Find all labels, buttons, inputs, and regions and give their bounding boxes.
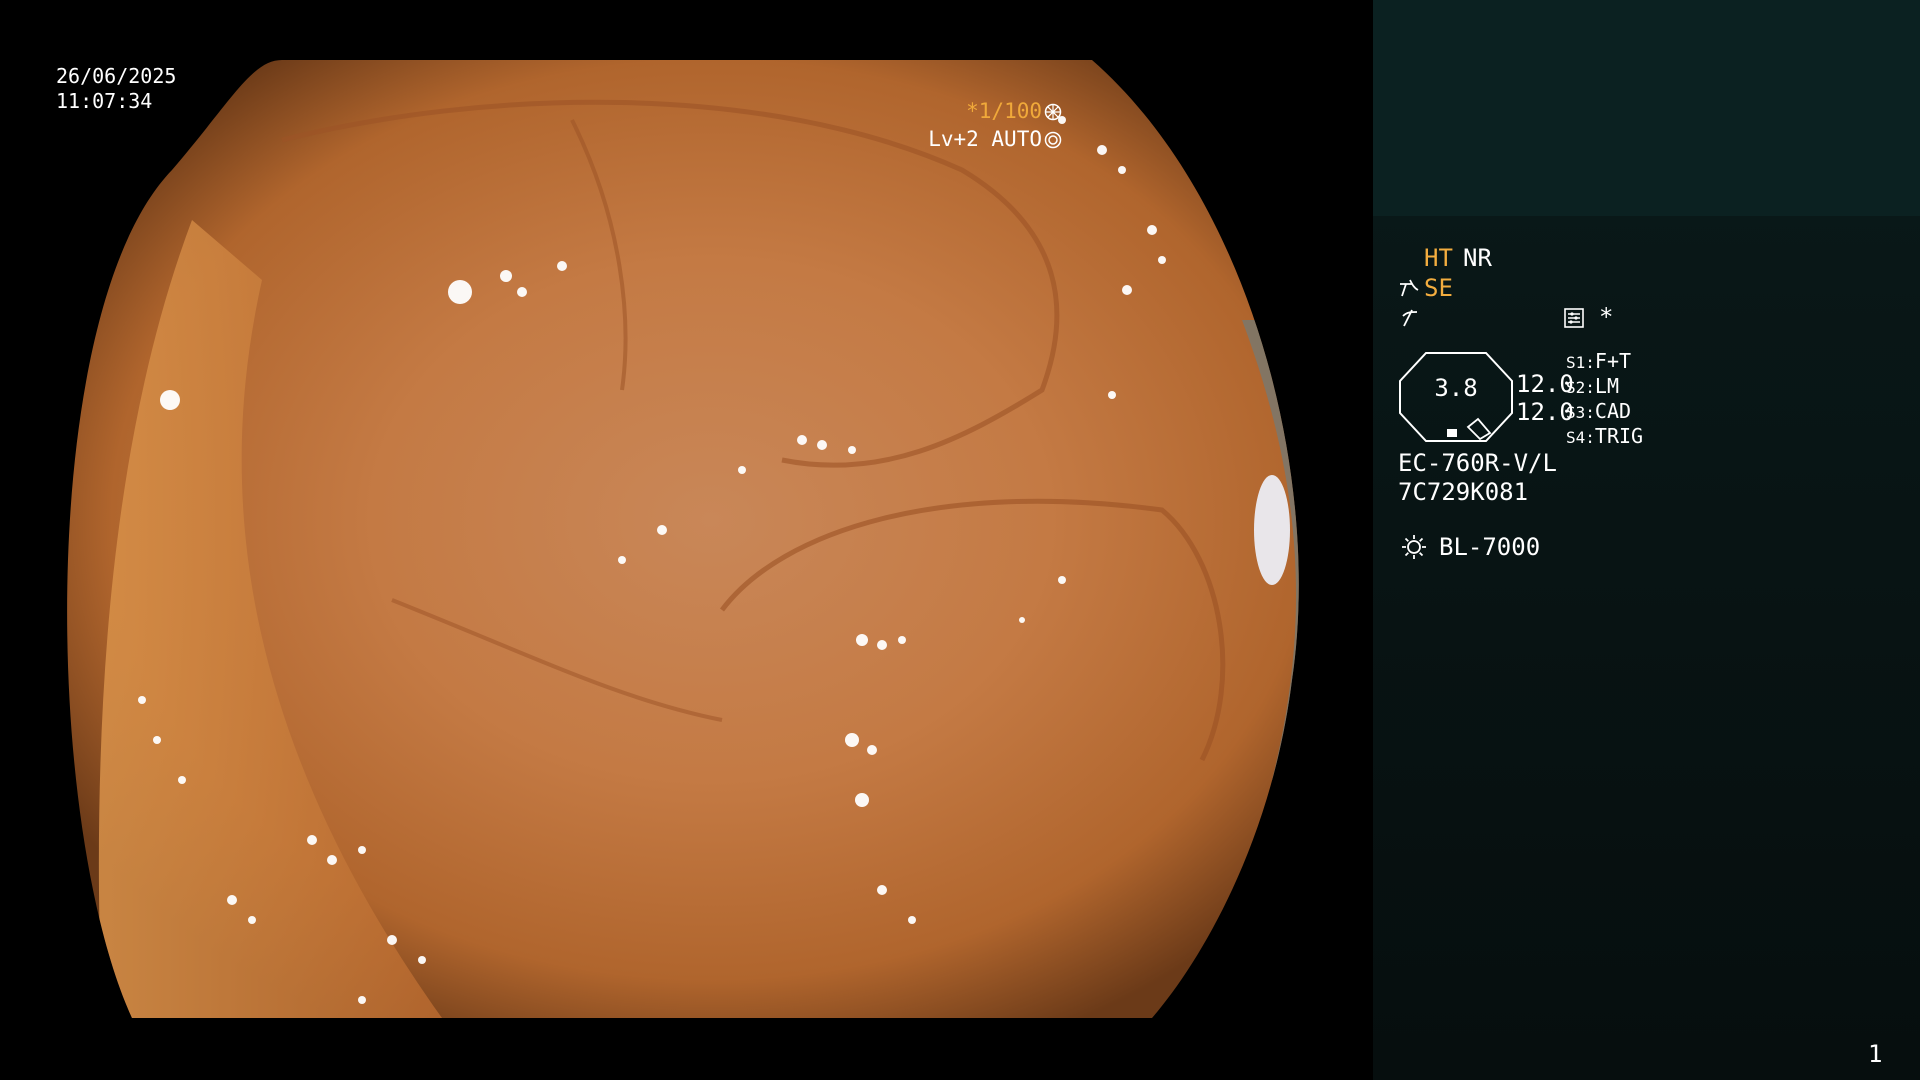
slot-value: F+T [1594,349,1632,373]
slot-key: S1: [1566,353,1595,372]
endoscopy-view: 26/06/2025 11:07:34 *1/100 Lv+2 AUTO [0,0,1372,1080]
slot-key: S3: [1566,403,1595,422]
slot-key: S2: [1566,378,1595,397]
slot-value: TRIG [1594,424,1644,448]
ht-indicator: HT [1424,244,1453,272]
gauge-value: 3.8 [1434,374,1478,402]
exposure-level-value: Lv+2 AUTO [928,127,1042,151]
switch-slot-3: S3:CAD [1566,399,1631,425]
endoscope-image [67,60,1299,1018]
panel-header-area [1373,0,1920,216]
config-icon [1564,308,1584,328]
filter-icon [1402,309,1418,327]
light-source: BL-7000 [1439,533,1541,561]
switch-slot-4: S4:TRIG [1566,424,1643,450]
light-icon [1402,535,1426,559]
exam-time: 11:07:34 [56,89,153,113]
slot-value: LM [1594,374,1619,398]
shutter-icon [1044,103,1062,121]
switch-slot-1: S1:F+T [1566,349,1631,375]
slot-value: CAD [1594,399,1632,423]
shutter-speed: *1/100 [966,99,1062,123]
exam-date: 26/06/2025 [56,64,177,88]
scope-serial: 7C729K081 [1398,478,1529,506]
se-icon [1400,279,1419,297]
scope-model: EC-760R-V/L [1398,449,1557,477]
switch-slot-2: S2:LM [1566,374,1619,400]
shutter-speed-value: *1/100 [966,99,1042,123]
nr-indicator: NR [1463,244,1492,272]
exposure-level: Lv+2 AUTO [928,127,1062,151]
slot-key: S4: [1566,428,1595,447]
info-panel: HT NR SE * 3.8 12.0 12.0 S1:F+T S2:LM S3… [1373,0,1920,1080]
se-indicator: SE [1424,274,1453,302]
star-indicator: * [1599,303,1614,331]
page-number: 1 [1868,1040,1883,1068]
auto-icon [1044,131,1062,149]
